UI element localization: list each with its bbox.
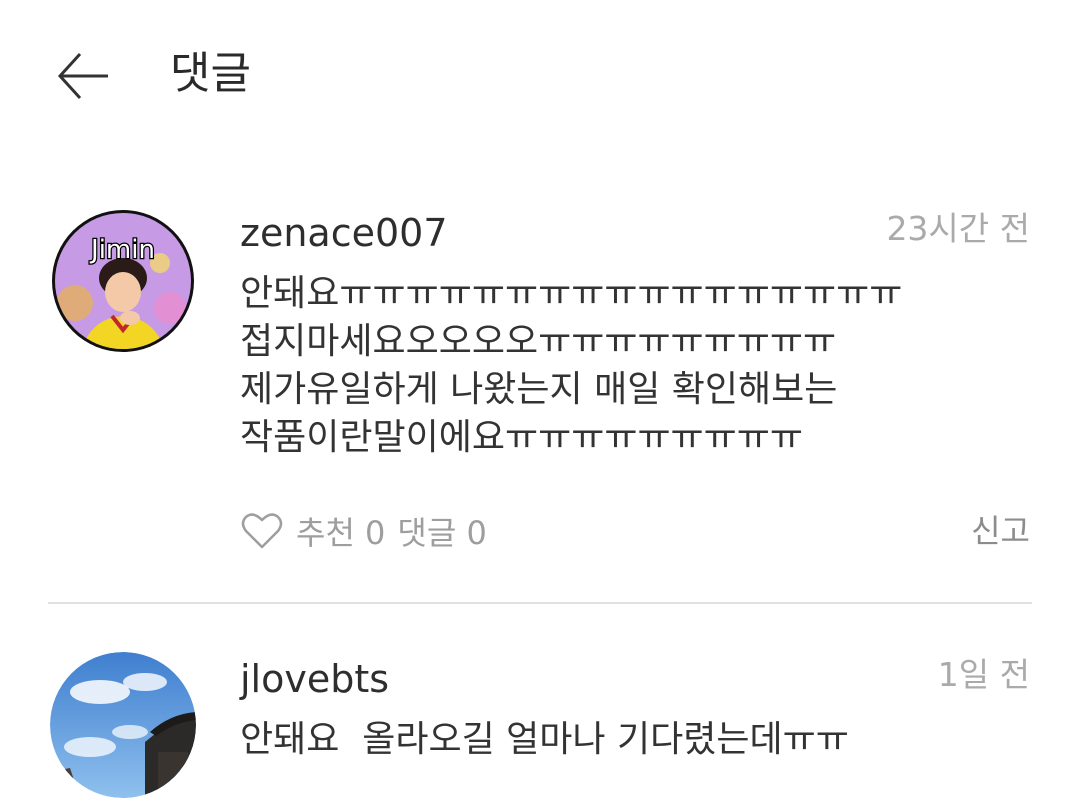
- back-button[interactable]: [52, 46, 112, 106]
- like-count[interactable]: 추천 0: [296, 508, 385, 554]
- arrow-left-icon: [57, 52, 108, 100]
- comment-line: 안돼요 올라오길 얼마나 기다렸는데ㅠㅠ: [240, 719, 849, 760]
- comment-line: 제가유일하게 나왔는지 매일 확인해보는: [240, 369, 838, 410]
- comment-line: 안돼요ㅠㅠㅠㅠㅠㅠㅠㅠㅠㅠㅠㅠㅠㅠㅠㅠㅠ: [240, 273, 903, 314]
- comment-item: jlovebts 1일 전 안돼요 올라오길 얼마나 기다렸는데ㅠㅠ: [0, 646, 1080, 810]
- comment-timestamp: 23시간 전: [886, 209, 1030, 248]
- comment-body: 안돼요 올라오길 얼마나 기다렸는데ㅠㅠ: [240, 716, 1040, 764]
- divider: [48, 602, 1032, 604]
- comment-actions: 추천 0 댓글 0: [240, 506, 499, 556]
- avatar-image: [50, 652, 196, 798]
- reply-count[interactable]: 댓글 0: [397, 508, 486, 554]
- comment-timestamp: 1일 전: [937, 655, 1030, 694]
- comment-username[interactable]: jlovebts: [240, 654, 389, 704]
- comment-item: Jimin zenace007 23시간 전 안돼요ㅠㅠㅠㅠㅠㅠㅠㅠㅠㅠㅠㅠㅠㅠ…: [0, 200, 1080, 600]
- header: 댓글: [0, 0, 1080, 150]
- comment-line: 접지마세요오오오오ㅠㅠㅠㅠㅠㅠㅠㅠㅠ: [240, 321, 837, 362]
- comment-line: 작품이란말이에요ㅠㅠㅠㅠㅠㅠㅠㅠㅠ: [240, 417, 804, 458]
- avatar[interactable]: [50, 652, 196, 798]
- report-button[interactable]: 신고: [971, 506, 1030, 556]
- comment-body: 안돼요ㅠㅠㅠㅠㅠㅠㅠㅠㅠㅠㅠㅠㅠㅠㅠㅠㅠ 접지마세요오오오오ㅠㅠㅠㅠㅠㅠㅠㅠㅠ …: [240, 270, 1040, 462]
- svg-text:Jimin: Jimin: [89, 235, 155, 265]
- page-title: 댓글: [170, 48, 251, 99]
- avatar-image: Jimin: [52, 210, 194, 352]
- avatar[interactable]: Jimin: [50, 208, 196, 354]
- comment-username[interactable]: zenace007: [240, 208, 448, 258]
- heart-icon[interactable]: [240, 509, 284, 553]
